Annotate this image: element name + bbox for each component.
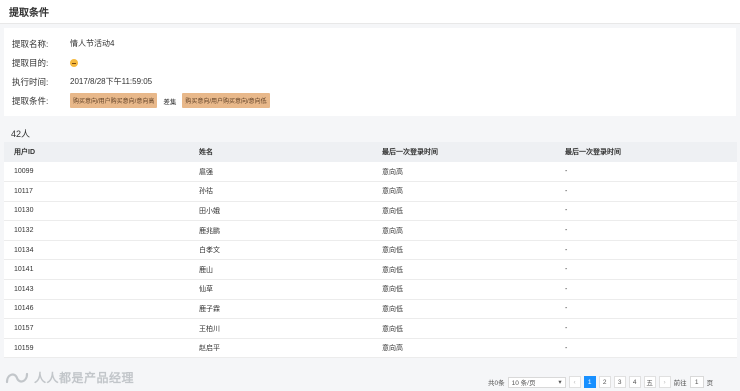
table-cell: 意向低 bbox=[372, 299, 555, 320]
table-cell: 意向低 bbox=[372, 259, 555, 281]
table-cell: 10117 bbox=[4, 181, 189, 202]
table-cell: - bbox=[555, 201, 737, 222]
header-bar: 提取条件 bbox=[0, 0, 740, 24]
table-cell: 赵启平 bbox=[189, 338, 372, 359]
column-header: 最后一次登录时间 bbox=[555, 142, 737, 162]
condition-purpose-row: 提取目的: bbox=[12, 53, 728, 72]
table-cell: 10146 bbox=[4, 299, 189, 320]
table-cell: 鹿子霖 bbox=[189, 299, 372, 320]
table-cell: 王柏川 bbox=[189, 318, 372, 339]
table-cell: 10141 bbox=[4, 259, 189, 281]
page-suffix: 页 bbox=[706, 380, 714, 387]
table-row: 10146 鹿子霖 意向低 - bbox=[4, 299, 737, 320]
condition-name-row: 提取名称: 情人节活动4 bbox=[12, 34, 728, 53]
table-cell: - bbox=[555, 259, 737, 281]
table-cell: 意向低 bbox=[372, 240, 555, 261]
table-cell: 10134 bbox=[4, 240, 189, 261]
purpose-value bbox=[70, 58, 78, 67]
condition-operator: 差集 bbox=[163, 98, 177, 106]
table-row: 10141 鹿山 意向低 - bbox=[4, 259, 737, 281]
watermark-logo-icon bbox=[5, 372, 29, 383]
table-cell: 意向高 bbox=[372, 181, 555, 202]
goto-page-input[interactable]: 1 bbox=[689, 376, 704, 388]
table-cell: - bbox=[555, 220, 737, 241]
chevron-down-icon: ▾ bbox=[558, 379, 562, 386]
cond-value: 购买意向/用户购买意向/意向高 差集 购买意向/用户购买意向/意向低 bbox=[70, 93, 270, 108]
prev-page-button[interactable]: ‹ bbox=[568, 376, 581, 388]
watermark: 人人都是产品经理 bbox=[4, 369, 134, 386]
table-cell: - bbox=[555, 240, 737, 261]
name-value: 情人节活动4 bbox=[70, 39, 115, 48]
table-cell: 10159 bbox=[4, 338, 189, 359]
table-cell: 仙草 bbox=[189, 279, 372, 300]
table-row: 10157 王柏川 意向低 - bbox=[4, 318, 737, 339]
table-cell: 孙祜 bbox=[189, 181, 372, 202]
table-header-row: 用户ID 姓名 最后一次登录时间 最后一次登录时间 bbox=[4, 142, 737, 162]
user-table: 用户ID 姓名 最后一次登录时间 最后一次登录时间 10099 扈强 意向高 -… bbox=[4, 142, 737, 359]
table-cell: 鹿兆鹏 bbox=[189, 220, 372, 241]
condition-tag-2: 购买意向/用户购买意向/意向低 bbox=[182, 93, 270, 108]
table-cell: - bbox=[555, 279, 737, 300]
time-label: 执行时间: bbox=[12, 76, 49, 87]
goto-label: 前往 bbox=[673, 380, 687, 387]
table-cell: 田小娥 bbox=[189, 201, 372, 222]
cond-label: 提取条件: bbox=[12, 95, 49, 106]
table-cell: - bbox=[555, 299, 737, 320]
table-cell: - bbox=[555, 318, 737, 339]
conditions-panel: 提取名称: 情人节活动4 提取目的: 执行时间: 2017/8/28下午11:5… bbox=[4, 28, 736, 116]
table-cell: 10157 bbox=[4, 318, 189, 339]
table-row: 10117 孙祜 意向高 - bbox=[4, 181, 737, 202]
pagination: 共0条 10 条/页 ▾ ‹ 1 2 3 4 五 › 前往 1 页 bbox=[488, 376, 713, 388]
column-header: 用户ID bbox=[4, 142, 189, 162]
page-button-1[interactable]: 1 bbox=[583, 376, 596, 388]
table-cell: 白孝文 bbox=[189, 240, 372, 261]
page-size-value: 10 条/页 bbox=[511, 380, 536, 387]
table-cell: 意向低 bbox=[372, 279, 555, 300]
table-cell: 10132 bbox=[4, 220, 189, 241]
page-button-4[interactable]: 4 bbox=[628, 376, 641, 388]
table-cell: - bbox=[555, 338, 737, 359]
table-row: 10132 鹿兆鹏 意向高 - bbox=[4, 220, 737, 241]
table-cell: 扈强 bbox=[189, 162, 372, 183]
column-header: 最后一次登录时间 bbox=[372, 142, 555, 162]
table-cell: 意向高 bbox=[372, 220, 555, 241]
condition-rule-row: 提取条件: 购买意向/用户购买意向/意向高 差集 购买意向/用户购买意向/意向低 bbox=[12, 91, 728, 110]
page-button-2[interactable]: 2 bbox=[598, 376, 611, 388]
time-value: 2017/8/28下午11:59:05 bbox=[70, 77, 153, 86]
table-cell: 意向低 bbox=[372, 318, 555, 339]
next-page-button[interactable]: › bbox=[658, 376, 671, 388]
table-cell: 意向高 bbox=[372, 162, 555, 183]
watermark-text: 人人都是产品经理 bbox=[34, 371, 135, 385]
emoji-icon bbox=[70, 58, 78, 67]
page-button-5[interactable]: 五 bbox=[643, 376, 656, 388]
column-header: 姓名 bbox=[189, 142, 372, 162]
purpose-label: 提取目的: bbox=[12, 57, 49, 68]
table-row: 10099 扈强 意向高 - bbox=[4, 162, 737, 183]
table-row: 10143 仙草 意向低 - bbox=[4, 279, 737, 300]
table-row: 10130 田小娥 意向低 - bbox=[4, 201, 737, 222]
result-count: 42人 bbox=[11, 129, 31, 139]
table-cell: - bbox=[555, 162, 737, 183]
condition-time-row: 执行时间: 2017/8/28下午11:59:05 bbox=[12, 72, 728, 91]
table-cell: 意向低 bbox=[372, 201, 555, 222]
page-size-select[interactable]: 10 条/页 ▾ bbox=[507, 376, 566, 388]
table-cell: 意向高 bbox=[372, 338, 555, 359]
table-cell: 10099 bbox=[4, 162, 189, 183]
table-row: 10134 白孝文 意向低 - bbox=[4, 240, 737, 261]
table-row: 10159 赵启平 意向高 - bbox=[4, 338, 737, 359]
table-cell: - bbox=[555, 181, 737, 202]
total-count: 共0条 bbox=[488, 380, 505, 387]
condition-tag-1: 购买意向/用户购买意向/意向高 bbox=[70, 93, 158, 108]
table-cell: 10130 bbox=[4, 201, 189, 222]
page-button-3[interactable]: 3 bbox=[613, 376, 626, 388]
page-title: 提取条件 bbox=[9, 8, 49, 19]
table-cell: 鹿山 bbox=[189, 259, 372, 281]
table-cell: 10143 bbox=[4, 279, 189, 300]
name-label: 提取名称: bbox=[12, 38, 49, 49]
